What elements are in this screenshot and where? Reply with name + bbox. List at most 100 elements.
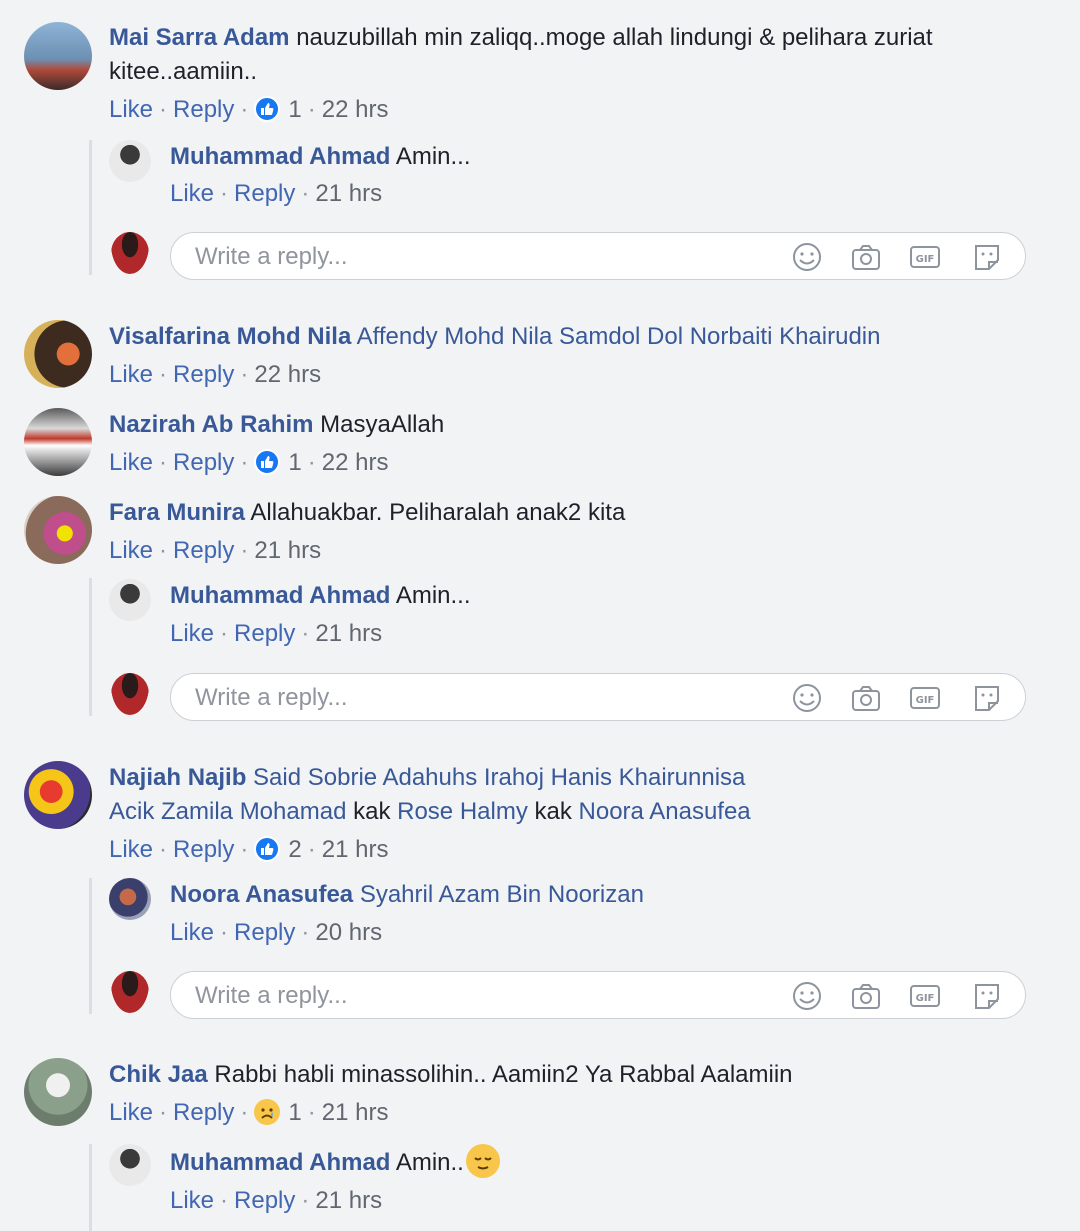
comment-word: kak — [353, 798, 391, 825]
thread-line — [89, 1144, 92, 1231]
comment-author[interactable]: Fara Munira — [109, 499, 245, 526]
like-button[interactable]: Like — [109, 1099, 153, 1126]
timestamp[interactable]: 21 hrs — [254, 537, 321, 564]
my-avatar — [111, 232, 149, 274]
reply-button[interactable]: Reply — [173, 361, 234, 388]
timestamp[interactable]: 20 hrs — [315, 919, 382, 946]
gif-icon[interactable]: GIF — [909, 981, 941, 1011]
tagged-user[interactable]: Acik Zamila Mohamad — [109, 798, 346, 825]
like-button[interactable]: Like — [109, 449, 153, 476]
emoji-icon[interactable] — [791, 981, 823, 1011]
like-button[interactable]: Like — [109, 361, 153, 388]
reply-button[interactable]: Reply — [173, 449, 234, 476]
timestamp[interactable]: 21 hrs — [322, 836, 389, 863]
avatar[interactable] — [24, 408, 92, 476]
camera-icon[interactable] — [850, 242, 882, 272]
sticker-icon[interactable] — [971, 981, 1003, 1011]
like-button[interactable]: Like — [170, 919, 214, 946]
timestamp[interactable]: 22 hrs — [322, 96, 389, 123]
timestamp[interactable]: 22 hrs — [254, 361, 321, 388]
reply-button[interactable]: Reply — [173, 836, 234, 863]
timestamp[interactable]: 21 hrs — [315, 620, 382, 647]
svg-text:GIF: GIF — [916, 993, 935, 1004]
avatar[interactable] — [109, 140, 151, 182]
timestamp[interactable]: 21 hrs — [322, 1099, 389, 1126]
tagged-user[interactable]: Rose Halmy — [397, 798, 528, 825]
tagged-user[interactable]: Said Sobrie — [253, 764, 377, 791]
reply-button[interactable]: Reply — [173, 1099, 234, 1126]
reaction-count[interactable]: 1 — [288, 96, 301, 123]
comment-text: Fara Munira Allahuakbar. Peliharalah ana… — [109, 496, 625, 530]
reply-author[interactable]: Muhammad Ahmad — [170, 143, 390, 170]
avatar[interactable] — [109, 878, 151, 920]
reply-button[interactable]: Reply — [173, 537, 234, 564]
thread-line — [89, 578, 92, 716]
reply-button[interactable]: Reply — [234, 919, 295, 946]
tagged-users[interactable]: Affendy Mohd Nila Samdol Dol Norbaiti Kh… — [357, 323, 881, 350]
gif-icon[interactable]: GIF — [909, 683, 941, 713]
sad-reaction-icon[interactable] — [254, 1099, 281, 1125]
camera-icon[interactable] — [850, 683, 882, 713]
thread-line — [89, 878, 92, 1014]
reply-input[interactable]: Write a reply... GIF — [170, 971, 1026, 1019]
like-button[interactable]: Like — [170, 1187, 214, 1214]
timestamp[interactable]: 21 hrs — [315, 180, 382, 207]
reaction-count[interactable]: 1 — [288, 449, 301, 476]
tagged-user[interactable]: Noora Anasufea — [579, 798, 751, 825]
like-button[interactable]: Like — [109, 537, 153, 564]
emoji-icon[interactable] — [791, 242, 823, 272]
avatar[interactable] — [24, 1058, 92, 1126]
tagged-user[interactable]: Adahuhs Irahoj — [382, 764, 543, 791]
comment-author[interactable]: Nazirah Ab Rahim — [109, 411, 313, 438]
comment-text: Visalfarina Mohd Nila Affendy Mohd Nila … — [109, 320, 880, 354]
reply-button[interactable]: Reply — [234, 620, 295, 647]
reply-author[interactable]: Muhammad Ahmad — [170, 1149, 390, 1176]
avatar[interactable] — [24, 22, 92, 90]
reply-author[interactable]: Muhammad Ahmad — [170, 582, 390, 609]
reply-button[interactable]: Reply — [173, 96, 234, 123]
comment-author[interactable]: Mai Sarra Adam — [109, 24, 290, 51]
reaction-count[interactable]: 2 — [288, 836, 301, 863]
reply-input[interactable]: Write a reply... GIF — [170, 232, 1026, 280]
reply-button[interactable]: Reply — [234, 1187, 295, 1214]
like-reaction-icon[interactable] — [254, 96, 281, 122]
comment-text: Najiah Najib Said Sobrie Adahuhs Irahoj … — [109, 761, 745, 795]
timestamp[interactable]: 21 hrs — [315, 1187, 382, 1214]
comment-actions: Like · Reply · 1 · 21 hrs — [109, 1099, 389, 1126]
like-reaction-icon[interactable] — [254, 449, 281, 475]
reply-input[interactable]: Write a reply... GIF — [170, 673, 1026, 721]
reply-actions: Like · Reply · 21 hrs — [170, 620, 383, 647]
avatar[interactable] — [24, 320, 92, 388]
comment-author[interactable]: Chik Jaa — [109, 1061, 208, 1088]
sticker-icon[interactable] — [971, 683, 1003, 713]
avatar[interactable] — [109, 579, 151, 621]
camera-icon[interactable] — [850, 981, 882, 1011]
comment-body: nauzubillah min zaliqq..moge allah lindu… — [296, 24, 933, 51]
tagged-user[interactable]: Hanis Khairunnisa — [551, 764, 746, 791]
reply-author[interactable]: Noora Anasufea — [170, 881, 353, 908]
avatar[interactable] — [109, 1144, 151, 1186]
reply-actions: Like · Reply · 21 hrs — [170, 180, 383, 207]
emoji-icon[interactable] — [791, 683, 823, 713]
reply-button[interactable]: Reply — [234, 180, 295, 207]
reaction-count[interactable]: 1 — [288, 1099, 301, 1126]
comment-body: MasyaAllah — [320, 411, 445, 438]
reply-placeholder: Write a reply... — [195, 982, 348, 1009]
sticker-icon[interactable] — [971, 242, 1003, 272]
my-avatar — [111, 971, 149, 1013]
tagged-user[interactable]: Syahril Azam Bin Noorizan — [360, 881, 644, 908]
like-button[interactable]: Like — [109, 96, 153, 123]
svg-text:GIF: GIF — [916, 695, 935, 706]
comment-author[interactable]: Najiah Najib — [109, 764, 246, 791]
comment-body: Allahuakbar. Peliharalah anak2 kita — [250, 499, 626, 526]
like-button[interactable]: Like — [170, 180, 214, 207]
gif-icon[interactable]: GIF — [909, 242, 941, 272]
like-reaction-icon[interactable] — [254, 836, 281, 862]
like-button[interactable]: Like — [170, 620, 214, 647]
avatar[interactable] — [24, 761, 92, 829]
like-button[interactable]: Like — [109, 836, 153, 863]
avatar[interactable] — [24, 496, 92, 564]
comment-actions: Like · Reply · 21 hrs — [109, 537, 322, 564]
timestamp[interactable]: 22 hrs — [322, 449, 389, 476]
comment-author[interactable]: Visalfarina Mohd Nila — [109, 323, 351, 350]
